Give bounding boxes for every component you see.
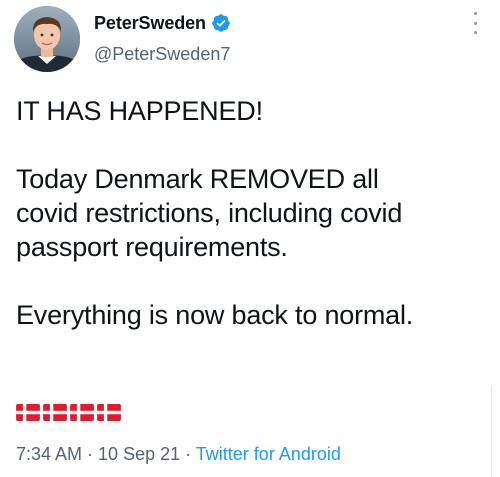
avatar-image: [14, 6, 80, 72]
avatar[interactable]: [14, 6, 80, 72]
tweet-line: Today Denmark REMOVED all: [16, 164, 379, 194]
tweet-time[interactable]: 7:34 AM: [16, 444, 82, 464]
name-row: PeterSweden: [94, 12, 231, 34]
display-name[interactable]: PeterSweden: [94, 13, 206, 34]
tweet-source-link[interactable]: Twitter for Android: [196, 444, 341, 464]
meta-separator: ·: [82, 444, 99, 464]
tweet-line: passport requirements.: [16, 232, 288, 262]
meta-separator: ·: [180, 444, 196, 464]
tweet: PeterSweden @PeterSweden7 IT HAS HAPPENE…: [0, 0, 500, 477]
more-dot: [473, 12, 477, 15]
more-dot: [473, 21, 477, 25]
author-block: PeterSweden @PeterSweden7: [94, 12, 231, 65]
tweet-text: IT HAS HAPPENED! Today Denmark REMOVED a…: [16, 94, 486, 332]
denmark-flag-icon: [97, 404, 121, 421]
handle[interactable]: @PeterSweden7: [94, 44, 231, 65]
emoji-row: [16, 404, 121, 421]
denmark-flag-icon: [16, 404, 40, 421]
tweet-date[interactable]: 10 Sep 21: [98, 444, 180, 464]
more-dot: [473, 31, 477, 34]
tweet-line: IT HAS HAPPENED!: [16, 96, 263, 126]
divider: [491, 387, 500, 477]
denmark-flag-icon: [43, 404, 67, 421]
verified-badge-icon: [211, 13, 231, 33]
tweet-meta: 7:34 AM · 10 Sep 21 · Twitter for Androi…: [16, 444, 341, 465]
tweet-line: covid restrictions, including covid: [16, 198, 403, 228]
denmark-flag-icon: [70, 404, 94, 421]
tweet-line: Everything is now back to normal.: [16, 300, 414, 330]
more-options-icon[interactable]: [472, 12, 478, 34]
